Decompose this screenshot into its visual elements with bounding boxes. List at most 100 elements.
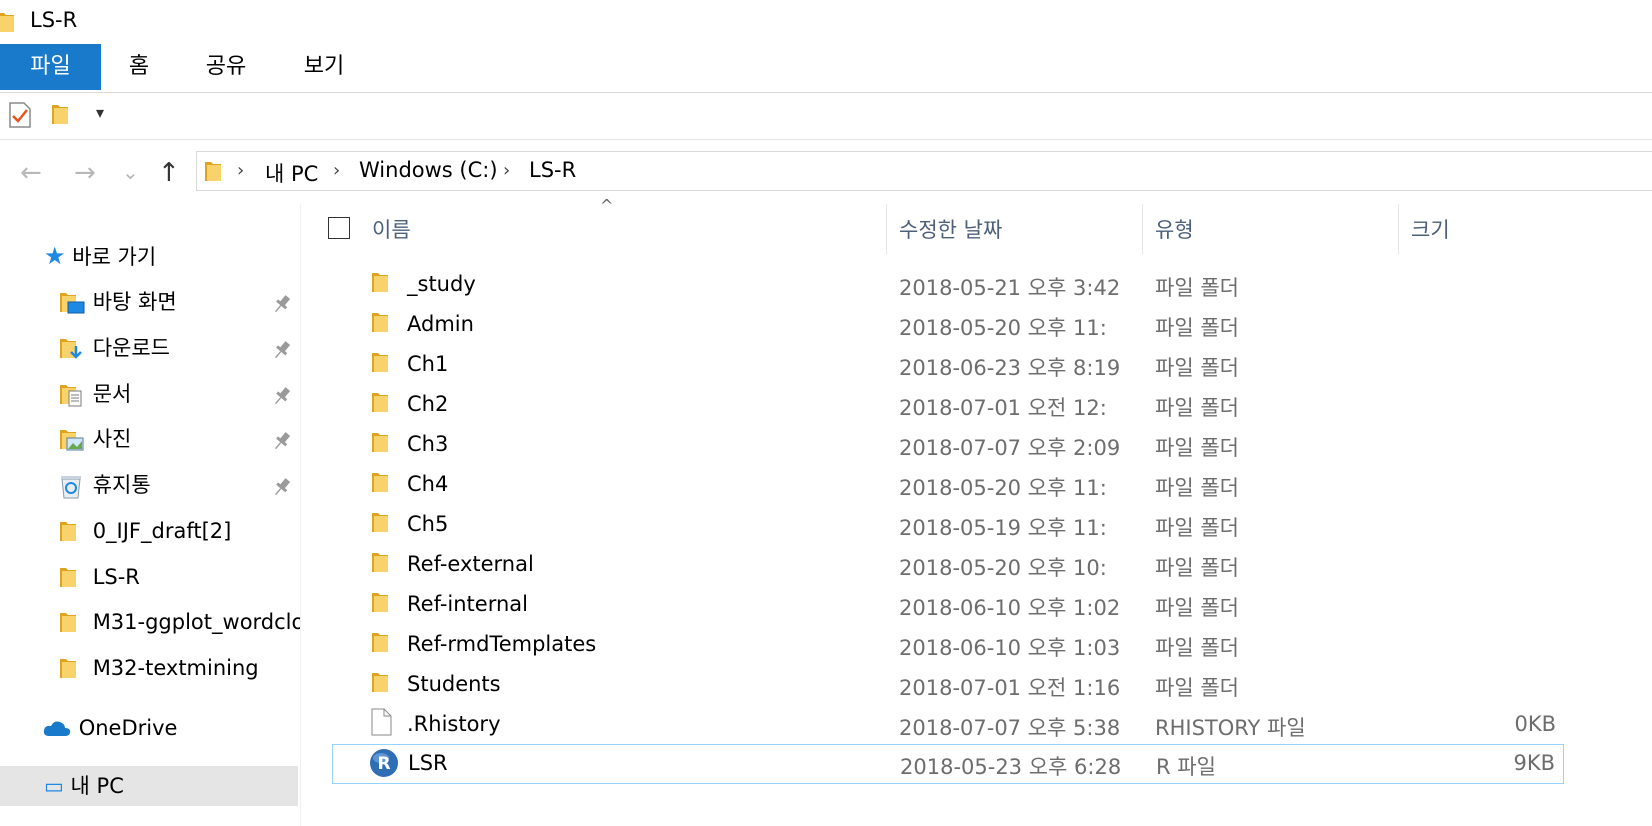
pictures-folder-icon xyxy=(60,430,84,451)
ribbon-tabs: 파일 홈 공유 보기 xyxy=(0,44,1652,93)
sidebar-item-ls-r[interactable]: LS-R xyxy=(58,557,140,597)
properties-checkmark-icon[interactable] xyxy=(8,101,32,129)
folder-icon xyxy=(370,550,390,574)
window-title: LS-R xyxy=(30,8,78,32)
breadcrumb-drive-c[interactable]: Windows (C:) xyxy=(359,158,498,182)
file-name: Ch3 xyxy=(407,432,449,456)
address-bar[interactable]: › 내 PC › Windows (C:) › LS-R xyxy=(196,151,1652,191)
list-item-ch2[interactable]: Ch2 2018-07-01 오전 12: 파일 폴더 xyxy=(332,386,1564,424)
file-date: 2018-05-20 오후 11: xyxy=(899,316,1107,340)
sidebar-item-label: LS-R xyxy=(92,565,140,589)
list-item-ref-internal[interactable]: Ref-internal 2018-06-10 오후 1:02 파일 폴더 xyxy=(332,586,1564,624)
desktop-folder-icon xyxy=(60,293,85,314)
sidebar-onedrive[interactable]: OneDrive xyxy=(42,708,177,748)
downloads-folder-icon xyxy=(60,339,82,359)
file-date: 2018-07-07 오후 5:38 xyxy=(899,716,1121,740)
file-name: Admin xyxy=(407,312,474,336)
column-header-row: ^ 이름 수정한 날짜 유형 크기 xyxy=(304,196,1652,254)
forward-button[interactable]: → xyxy=(74,158,96,188)
breadcrumb-ls-r[interactable]: LS-R xyxy=(529,158,576,182)
folder-icon xyxy=(370,510,390,534)
file-name: LSR xyxy=(408,751,448,775)
sidebar-item-m32-textmining[interactable]: M32-textmining xyxy=(58,648,259,688)
file-date: 2018-05-20 오후 11: xyxy=(899,476,1107,500)
star-icon: ★ xyxy=(44,242,66,270)
up-button[interactable]: ↑ xyxy=(158,158,180,188)
folder-icon xyxy=(60,522,76,541)
pin-icon[interactable] xyxy=(272,338,292,362)
folder-icon xyxy=(60,659,76,678)
file-type: 파일 폴더 xyxy=(1155,316,1239,340)
pane-divider[interactable] xyxy=(300,204,301,826)
sidebar-quick-access[interactable]: ★ 바로 가기 xyxy=(44,236,156,276)
pin-icon[interactable] xyxy=(272,429,292,453)
list-item-ch4[interactable]: Ch4 2018-05-20 오후 11: 파일 폴더 xyxy=(332,466,1564,504)
file-type: 파일 폴더 xyxy=(1155,636,1239,660)
select-all-checkbox[interactable] xyxy=(328,217,350,239)
sidebar-item-label: 바탕 화면 xyxy=(92,290,177,314)
folder-icon xyxy=(370,590,390,614)
file-name: Ref-rmdTemplates xyxy=(407,632,597,656)
sidebar-item-label: 사진 xyxy=(92,427,132,451)
column-header-type[interactable]: 유형 xyxy=(1155,214,1194,244)
tab-view[interactable]: 보기 xyxy=(298,44,350,90)
sidebar-item-pictures[interactable]: 사진 xyxy=(58,419,131,459)
navigation-pane: ★ 바로 가기 바탕 화면 다운로드 문서 사진 휴지통 0_IJF_draft… xyxy=(0,204,300,826)
file-name: .Rhistory xyxy=(407,712,501,736)
sidebar-item-label: 휴지통 xyxy=(92,473,151,497)
sidebar-item-documents[interactable]: 문서 xyxy=(58,374,131,414)
pin-icon[interactable] xyxy=(272,475,292,499)
list-item-ch1[interactable]: Ch1 2018-06-23 오후 8:19 파일 폴더 xyxy=(332,346,1564,384)
tab-file[interactable]: 파일 xyxy=(0,44,101,90)
chevron-right-icon[interactable]: › xyxy=(333,160,340,181)
chevron-right-icon[interactable]: › xyxy=(237,160,244,181)
sidebar-item-recycle-bin[interactable]: 휴지통 xyxy=(58,465,151,505)
sidebar-item-m31-ggplot[interactable]: M31-ggplot_wordclo xyxy=(58,602,300,642)
sort-ascending-icon: ^ xyxy=(600,196,614,215)
sidebar-item-desktop[interactable]: 바탕 화면 xyxy=(58,282,177,322)
folder-icon xyxy=(370,390,390,414)
list-item-admin[interactable]: Admin 2018-05-20 오후 11: 파일 폴더 xyxy=(332,306,1564,344)
tab-share[interactable]: 공유 xyxy=(200,44,252,90)
sidebar-item-0-ijf-draft[interactable]: 0_IJF_draft[2] xyxy=(58,511,231,551)
column-divider[interactable] xyxy=(1398,204,1399,254)
column-divider[interactable] xyxy=(1142,204,1143,254)
list-item-lsr[interactable]: R LSR 2018-05-23 오후 6:28 R 파일 9KB xyxy=(332,744,1564,784)
navigation-bar: ← → ⌄ ↑ › 내 PC › Windows (C:) › LS-R xyxy=(0,140,1652,204)
sidebar-item-label: 문서 xyxy=(92,382,132,406)
file-type: 파일 폴더 xyxy=(1155,516,1239,540)
list-item-ch3[interactable]: Ch3 2018-07-07 오후 2:09 파일 폴더 xyxy=(332,426,1564,464)
chevron-right-icon[interactable]: › xyxy=(503,160,510,181)
recent-locations-button[interactable]: ⌄ xyxy=(122,160,139,184)
column-header-size[interactable]: 크기 xyxy=(1411,214,1450,244)
pin-icon[interactable] xyxy=(272,384,292,408)
file-date: 2018-07-01 오전 12: xyxy=(899,396,1107,420)
list-item-ch5[interactable]: Ch5 2018-05-19 오후 11: 파일 폴더 xyxy=(332,506,1564,544)
back-button[interactable]: ← xyxy=(20,158,42,188)
breadcrumb-this-pc[interactable]: 내 PC xyxy=(265,158,318,188)
column-header-name[interactable]: 이름 xyxy=(372,214,411,244)
list-item-rhistory[interactable]: .Rhistory 2018-07-07 오후 5:38 RHISTORY 파일… xyxy=(332,706,1564,744)
customize-toolbar-dropdown[interactable]: ▾ xyxy=(96,103,104,122)
column-divider[interactable] xyxy=(886,204,887,254)
list-item-ref-external[interactable]: Ref-external 2018-05-20 오후 10: 파일 폴더 xyxy=(332,546,1564,584)
list-item-ref-rmdtemplates[interactable]: Ref-rmdTemplates 2018-06-10 오후 1:03 파일 폴… xyxy=(332,626,1564,664)
sidebar-item-downloads[interactable]: 다운로드 xyxy=(58,328,170,368)
sidebar-item-label: 내 PC xyxy=(70,774,124,798)
sidebar-item-label: M31-ggplot_wordclo xyxy=(92,610,300,634)
sidebar-this-pc[interactable]: ▭ 내 PC xyxy=(0,766,298,806)
sidebar-item-label: OneDrive xyxy=(78,716,178,740)
list-item-students[interactable]: Students 2018-07-01 오전 1:16 파일 폴더 xyxy=(332,666,1564,704)
column-header-date[interactable]: 수정한 날짜 xyxy=(899,214,1002,244)
new-folder-icon[interactable] xyxy=(50,102,70,126)
quick-access-toolbar: ▾ xyxy=(0,93,1652,140)
tab-home[interactable]: 홈 xyxy=(116,44,162,90)
pin-icon[interactable] xyxy=(272,292,292,316)
file-type: 파일 폴더 xyxy=(1155,556,1239,580)
file-size: 0KB xyxy=(1514,712,1556,736)
sidebar-item-label: 다운로드 xyxy=(92,336,170,360)
file-date: 2018-07-07 오후 2:09 xyxy=(899,436,1121,460)
cloud-icon xyxy=(43,721,71,736)
list-item-study[interactable]: _study 2018-05-21 오후 3:42 파일 폴더 xyxy=(332,266,1564,304)
folder-icon xyxy=(0,10,16,34)
